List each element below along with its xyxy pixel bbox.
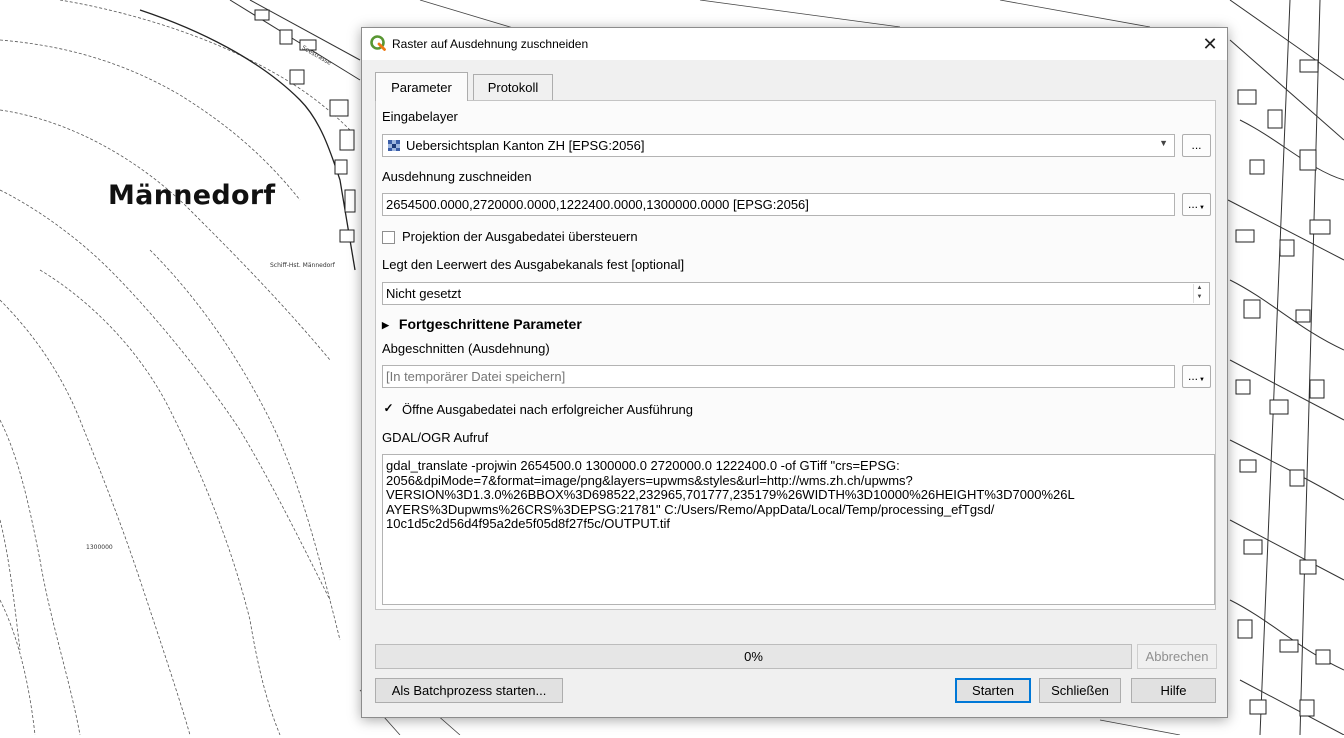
map-town-label: Männedorf <box>108 180 276 211</box>
output-browse-button[interactable]: ... ▼ <box>1182 365 1211 388</box>
advanced-parameters-toggle[interactable]: ▶ Fortgeschrittene Parameter <box>382 316 582 332</box>
input-layer-combobox[interactable]: Uebersichtsplan Kanton ZH [EPSG:2056] ▼ <box>382 134 1175 157</box>
map-coordinate-label: 1300000 <box>86 544 113 551</box>
chevron-down-icon: ▼ <box>1159 138 1168 148</box>
chevron-down-icon: ▼ <box>1199 205 1205 211</box>
gdal-command-line: 10c1d5c2d56d4f95a2de5f05d8f27f5c/OUTPUT.… <box>386 516 671 531</box>
input-layer-browse-button[interactable]: ... <box>1182 134 1211 157</box>
tab-protokoll[interactable]: Protokoll <box>473 74 553 100</box>
batch-process-button[interactable]: Als Batchprozess starten... <box>375 678 563 703</box>
clip-extent-browse-button[interactable]: ... ▼ <box>1182 193 1211 216</box>
nodata-value: Nicht gesetzt <box>386 286 462 301</box>
input-layer-value: Uebersichtsplan Kanton ZH [EPSG:2056] <box>406 138 645 153</box>
open-output-label: Öffne Ausgabedatei nach erfolgreicher Au… <box>402 402 694 417</box>
clip-raster-dialog: Raster auf Ausdehnung zuschneiden ✕ Para… <box>361 27 1228 718</box>
input-layer-label: Eingabelayer <box>382 109 458 124</box>
advanced-parameters-label: Fortgeschrittene Parameter <box>398 316 582 332</box>
override-projection-checkbox[interactable] <box>382 231 395 244</box>
output-browse-label: ... <box>1188 369 1199 383</box>
help-button[interactable]: Hilfe <box>1131 678 1216 703</box>
clip-extent-label: Ausdehnung zuschneiden <box>382 169 532 184</box>
gdal-command-text[interactable]: gdal_translate -projwin 2654500.0 130000… <box>382 454 1215 605</box>
close-icon[interactable]: ✕ <box>1193 28 1227 60</box>
chevron-right-icon: ▶ <box>382 320 389 330</box>
chevron-down-icon: ▼ <box>1199 377 1205 383</box>
spin-arrows-icon[interactable]: ▲ ▼ <box>1193 284 1205 303</box>
output-file-field[interactable]: [In temporärer Datei speichern] <box>382 365 1175 388</box>
gdal-command-line: VERSION%3D1.3.0%26BBOX%3D698522,232965,7… <box>386 487 1075 502</box>
clip-extent-browse-label: ... <box>1188 197 1199 211</box>
nodata-label: Legt den Leerwert des Ausgabekanals fest… <box>382 257 685 272</box>
override-projection-label: Projektion der Ausgabedatei übersteuern <box>402 229 638 244</box>
gdal-command-line: AYERS%3Dupwms%26CRS%3DEPSG:21781" C:/Use… <box>386 501 995 517</box>
clip-extent-value: 2654500.0000,2720000.0000,1222400.0000,1… <box>386 197 809 212</box>
output-placeholder: [In temporärer Datei speichern] <box>386 369 566 384</box>
qgis-icon <box>370 35 386 51</box>
tab-parameter[interactable]: Parameter <box>375 72 468 101</box>
map-stop-label: Schiff-Hst. Männedorf <box>270 262 335 269</box>
close-button[interactable]: Schließen <box>1039 678 1121 703</box>
raster-layer-icon <box>388 140 400 151</box>
output-label: Abgeschnitten (Ausdehnung) <box>382 341 550 356</box>
open-output-checkbox[interactable]: ✓ <box>382 402 395 416</box>
gdal-command-label: GDAL/OGR Aufruf <box>382 430 489 445</box>
run-button[interactable]: Starten <box>955 678 1031 703</box>
dialog-title: Raster auf Ausdehnung zuschneiden <box>392 37 589 51</box>
gdal-command-line: gdal_translate -projwin 2654500.0 130000… <box>386 458 900 473</box>
clip-extent-field[interactable]: 2654500.0000,2720000.0000,1222400.0000,1… <box>382 193 1175 216</box>
dialog-titlebar[interactable]: Raster auf Ausdehnung zuschneiden ✕ <box>362 28 1227 60</box>
cancel-button[interactable]: Abbrechen <box>1137 644 1217 669</box>
progress-text: 0% <box>744 649 763 664</box>
gdal-command-line: 2056&dpiMode=7&format=image/png&layers=u… <box>386 472 913 488</box>
progress-bar: 0% <box>375 644 1132 669</box>
nodata-spinbox[interactable]: Nicht gesetzt ▲ ▼ <box>382 282 1210 305</box>
